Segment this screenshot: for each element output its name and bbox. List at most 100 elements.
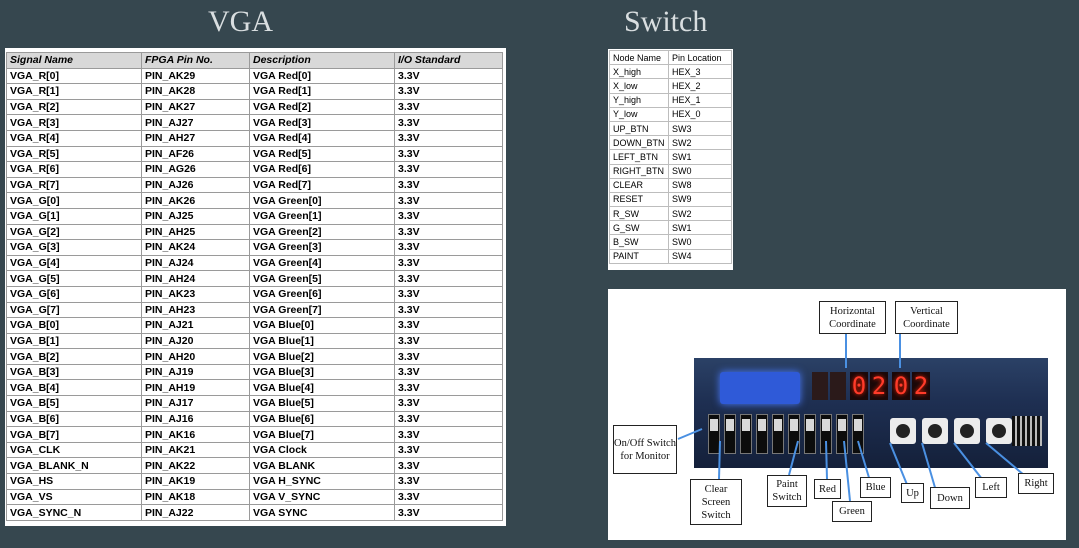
vga-table-cell: 3.3V [394, 426, 503, 443]
vga-table-cell: VGA H_SYNC [249, 473, 395, 490]
vga-table-cell: 3.3V [394, 363, 503, 381]
onoff-switch-label: On/Off Switch for Monitor [613, 425, 677, 474]
vga-table-row: VGA_B[1] PIN_AJ20 VGA Blue[1] 3.3V [6, 332, 503, 350]
vga-table-cell: VGA Red[4] [249, 129, 395, 147]
vga-title: VGA [208, 5, 273, 38]
switch-table-cell: Y_low [609, 106, 669, 122]
vga-table-cell: 3.3V [394, 114, 503, 131]
vga-table-cell: PIN_AF26 [141, 145, 250, 163]
vga-table-cell: 3.3V [394, 192, 503, 209]
switch-table-row: DOWN_BTN SW2 [609, 135, 732, 151]
vga-table-row: VGA_G[0] PIN_AK26 VGA Green[0] 3.3V [6, 192, 503, 209]
vga-table-cell: VGA_G[4] [6, 254, 142, 272]
vga-table-cell: VGA Red[7] [249, 176, 395, 194]
switch-table-cell: X_low [609, 78, 669, 94]
blue-switch-label: Blue [860, 477, 891, 498]
vga-table-cell: 3.3V [394, 176, 503, 194]
switch-table-cell: RESET [609, 191, 669, 208]
up-button-label: Up [901, 483, 924, 503]
vga-table-row: VGA_B[7] PIN_AK16 VGA Blue[7] 3.3V [6, 426, 503, 443]
vga-table-cell: VGA_B[4] [6, 379, 142, 397]
vga-table-cell: VGA_BLANK_N [6, 457, 142, 475]
vga-table-header-cell: FPGA Pin No. [141, 52, 250, 69]
vga-table-cell: VGA_B[7] [6, 426, 142, 443]
vga-table-cell: VGA_B[1] [6, 332, 142, 350]
vga-table-cell: PIN_AH19 [141, 379, 250, 397]
vga-table-cell: PIN_AJ19 [141, 363, 250, 381]
vga-table-cell: 3.3V [394, 254, 503, 272]
vga-table-cell: PIN_AK29 [141, 67, 250, 85]
vga-table-cell: PIN_AJ24 [141, 254, 250, 272]
vga-table-cell: VGA SYNC [249, 504, 395, 521]
vga-table-cell: VGA_G[3] [6, 239, 142, 256]
switch-table-row: X_high HEX_3 [609, 64, 732, 80]
vga-table-cell: PIN_AJ21 [141, 317, 250, 334]
vga-table-header-cell: Description [249, 52, 395, 69]
right-button-label: Right [1018, 473, 1054, 494]
vga-table-row: VGA_BLANK_N PIN_AK22 VGA BLANK 3.3V [6, 457, 503, 475]
vga-table-row: VGA_B[6] PIN_AJ16 VGA Blue[6] 3.3V [6, 410, 503, 428]
vga-table-row: VGA_G[2] PIN_AH25 VGA Green[2] 3.3V [6, 223, 503, 241]
vga-table-cell: VGA Blue[6] [249, 410, 395, 428]
switch-table-cell: UP_BTN [609, 120, 669, 137]
vga-table-cell: 3.3V [394, 285, 503, 303]
vga-table-cell: 3.3V [394, 317, 503, 334]
vga-table-cell: VGA V_SYNC [249, 488, 395, 506]
switch-table-cell: HEX_2 [668, 78, 732, 94]
horizontal-coordinate-label: Horizontal Coordinate [819, 301, 886, 334]
vga-table-cell: VGA Red[6] [249, 161, 395, 178]
switch-table-cell: PAINT [609, 248, 669, 264]
vga-table-cell: 3.3V [394, 129, 503, 147]
down-button-label: Down [930, 487, 970, 509]
vga-table-cell: 3.3V [394, 488, 503, 506]
vga-table-cell: 3.3V [394, 410, 503, 428]
vga-table-cell: VGA_G[7] [6, 301, 142, 319]
vga-table-cell: VGA_G[0] [6, 192, 142, 209]
vga-table-cell: 3.3V [394, 473, 503, 490]
vga-table-cell: VGA_VS [6, 488, 142, 506]
vga-table-cell: VGA Blue[3] [249, 363, 395, 381]
vga-table-cell: PIN_AK19 [141, 473, 250, 490]
vga-table-cell: 3.3V [394, 145, 503, 163]
vga-table-cell: 3.3V [394, 161, 503, 178]
vga-table-cell: 3.3V [394, 441, 503, 459]
vga-table-cell: VGA Red[3] [249, 114, 395, 131]
switch-table-cell: B_SW [609, 234, 669, 250]
switch-title: Switch [624, 5, 708, 38]
vga-table-row: VGA_G[7] PIN_AH23 VGA Green[7] 3.3V [6, 301, 503, 319]
vga-table-header-cell: I/O Standard [394, 52, 503, 69]
switch-table-row: B_SW SW0 [609, 234, 732, 250]
vga-table-cell: VGA_G[2] [6, 223, 142, 241]
vga-table-cell: 3.3V [394, 67, 503, 85]
vga-table-cell: PIN_AJ25 [141, 207, 250, 225]
vga-table-cell: PIN_AJ20 [141, 332, 250, 350]
vga-table-row: VGA_B[5] PIN_AJ17 VGA Blue[5] 3.3V [6, 395, 503, 412]
vga-table-row: VGA_CLK PIN_AK21 VGA Clock 3.3V [6, 441, 503, 459]
switch-table-cell: SW2 [668, 135, 732, 151]
vga-table-cell: VGA Green[6] [249, 285, 395, 303]
vga-table-cell: 3.3V [394, 379, 503, 397]
vga-table-cell: VGA BLANK [249, 457, 395, 475]
vga-table-cell: VGA_B[2] [6, 348, 142, 365]
vga-table-cell: 3.3V [394, 98, 503, 116]
vga-table-cell: PIN_AK18 [141, 488, 250, 506]
vga-table-cell: VGA_B[6] [6, 410, 142, 428]
vga-table-cell: 3.3V [394, 504, 503, 521]
switch-table-cell: RIGHT_BTN [609, 163, 669, 179]
vga-table-cell: VGA Blue[1] [249, 332, 395, 350]
switch-table-cell: SW1 [668, 149, 732, 165]
vga-table-cell: VGA_R[2] [6, 98, 142, 116]
paint-switch-label: Paint Switch [767, 475, 807, 507]
vga-table-row: VGA_VS PIN_AK18 VGA V_SYNC 3.3V [6, 488, 503, 506]
vga-table-row: VGA_SYNC_N PIN_AJ22 VGA SYNC 3.3V [6, 504, 503, 521]
vga-table-cell: VGA Red[1] [249, 83, 395, 100]
vga-table-cell: PIN_AH24 [141, 270, 250, 287]
switch-table-cell: SW1 [668, 220, 732, 236]
vga-table-cell: 3.3V [394, 457, 503, 475]
vga-table-cell: VGA Blue[0] [249, 317, 395, 334]
vga-table-row: VGA_B[3] PIN_AJ19 VGA Blue[3] 3.3V [6, 363, 503, 381]
vga-table-row: VGA_B[4] PIN_AH19 VGA Blue[4] 3.3V [6, 379, 503, 397]
vga-table-cell: VGA_R[1] [6, 83, 142, 100]
switch-table-row: Y_low HEX_0 [609, 106, 732, 122]
vga-table-cell: VGA_B[3] [6, 363, 142, 381]
